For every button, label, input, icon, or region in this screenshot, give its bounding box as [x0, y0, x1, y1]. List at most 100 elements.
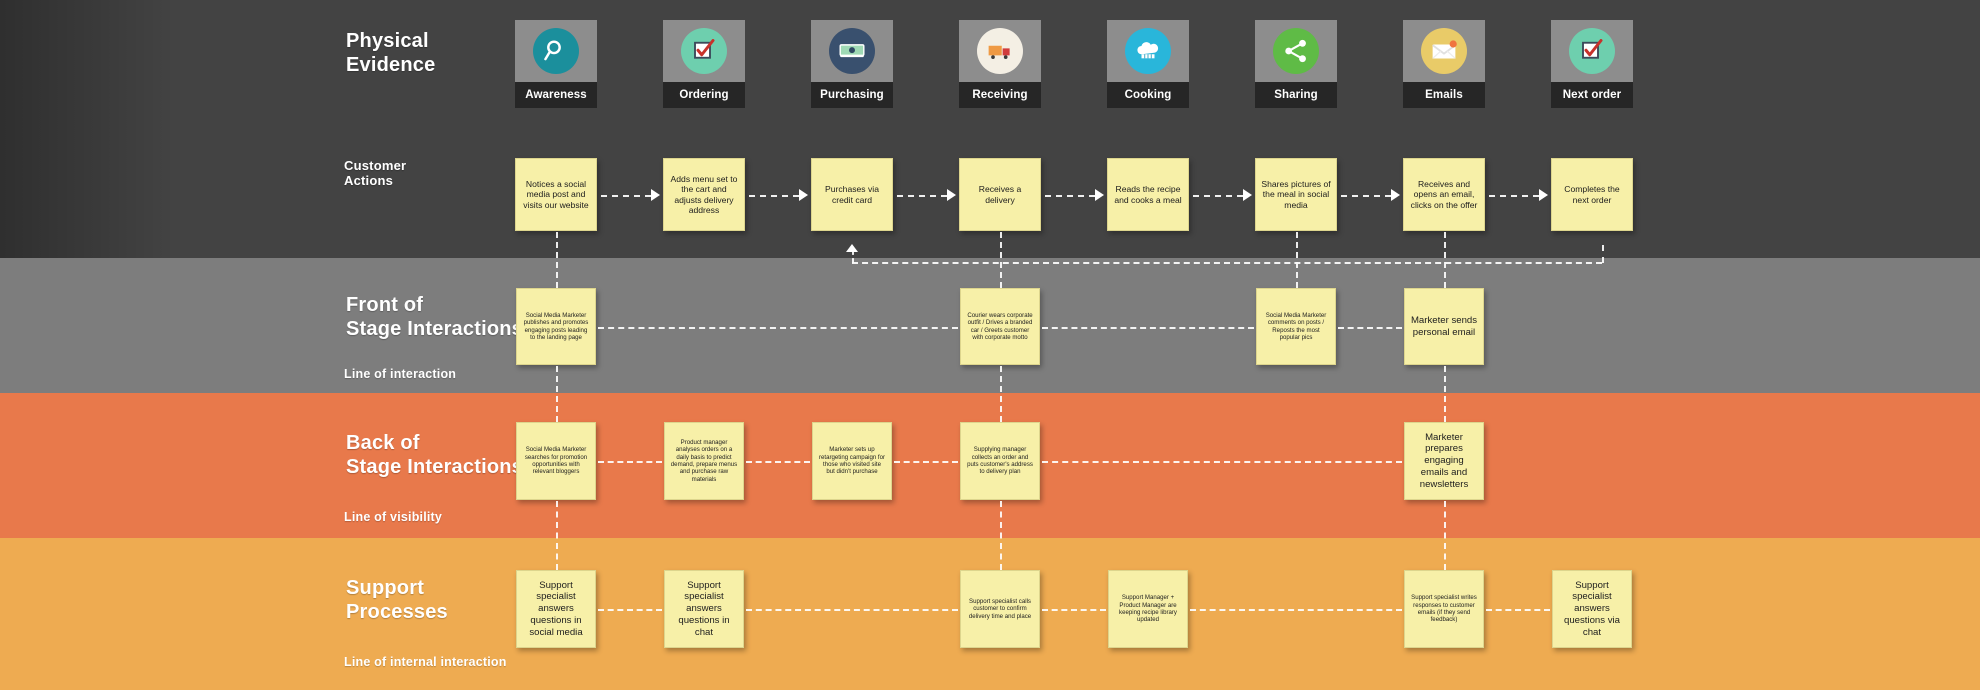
banknote-icon [829, 28, 875, 74]
customer-action-note[interactable]: Notices a social media post and visits o… [515, 158, 597, 231]
service-blueprint-board: Physical Evidence Customer Actions Front… [0, 0, 1980, 690]
connector-horizontal [601, 194, 651, 197]
row-title-front-stage: Front of Stage Interactions [346, 294, 523, 340]
connector-horizontal [1042, 461, 1402, 463]
magnifier-icon [533, 28, 579, 74]
back-stage-note[interactable]: Marketer sets up retargeting campaign fo… [812, 422, 892, 500]
line-of-visibility-label: Line of visibility [344, 510, 443, 524]
customer-action-note[interactable]: Purchases via credit card [811, 158, 893, 231]
evidence-label: Ordering [663, 82, 745, 108]
connector-vertical [1444, 366, 1446, 422]
connector-vertical [1000, 366, 1002, 422]
connector-horizontal [897, 194, 947, 197]
evidence-card-sharing[interactable]: Sharing [1255, 20, 1337, 108]
customer-action-note[interactable]: Reads the recipe and cooks a meal [1107, 158, 1189, 231]
evidence-icon-tile [959, 20, 1041, 82]
connector-arrowhead [1391, 188, 1400, 201]
connector-vertical [556, 366, 558, 422]
connector-vertical [1444, 501, 1446, 570]
evidence-card-receiving[interactable]: Receiving [959, 20, 1041, 108]
evidence-label: Next order [1551, 82, 1633, 108]
evidence-card-purchasing[interactable]: Purchasing [811, 20, 893, 108]
row-title-physical-evidence: Physical Evidence [346, 30, 436, 76]
evidence-label: Sharing [1255, 82, 1337, 108]
share-icon [1273, 28, 1319, 74]
connector-horizontal [746, 461, 810, 463]
connector-horizontal [749, 194, 799, 197]
evidence-card-next-order[interactable]: Next order [1551, 20, 1633, 108]
chef-hat-icon [1125, 28, 1171, 74]
connector-vertical [1296, 232, 1298, 288]
evidence-icon-tile [1107, 20, 1189, 82]
evidence-card-emails[interactable]: Emails [1403, 20, 1485, 108]
row-title-customer-actions: Customer Actions [344, 158, 407, 189]
evidence-icon-tile [811, 20, 893, 82]
back-stage-note[interactable]: Product manager analyses orders on a dai… [664, 422, 744, 500]
evidence-icon-tile [1255, 20, 1337, 82]
connector-horizontal [1489, 194, 1539, 197]
back-stage-note[interactable]: Social Media Marketer searches for promo… [516, 422, 596, 500]
front-stage-note[interactable]: Marketer sends personal email [1404, 288, 1484, 365]
support-process-note[interactable]: Support specialist answers questions via… [1552, 570, 1632, 648]
back-stage-note[interactable]: Supplying manager collects an order and … [960, 422, 1040, 500]
truck-icon [977, 28, 1023, 74]
support-process-note[interactable]: Support specialist answers questions in … [516, 570, 596, 648]
connector-arrowhead [799, 188, 808, 201]
front-stage-note[interactable]: Courier wears corporate outfit / Drives … [960, 288, 1040, 365]
evidence-label: Emails [1403, 82, 1485, 108]
connector-horizontal [1486, 609, 1550, 611]
customer-action-note[interactable]: Completes the next order [1551, 158, 1633, 231]
evidence-card-awareness[interactable]: Awareness [515, 20, 597, 108]
row-title-back-stage: Back of Stage Interactions [346, 432, 523, 478]
support-process-note[interactable]: Support specialist writes responses to c… [1404, 570, 1484, 648]
customer-action-note[interactable]: Receives and opens an email, clicks on t… [1403, 158, 1485, 231]
evidence-card-ordering[interactable]: Ordering [663, 20, 745, 108]
support-process-note[interactable]: Support specialist answers questions in … [664, 570, 744, 648]
connector-arrowhead [947, 188, 956, 201]
connector-vertical [1000, 501, 1002, 570]
connector-horizontal [894, 461, 958, 463]
front-stage-note[interactable]: Social Media Marketer comments on posts … [1256, 288, 1336, 365]
evidence-icon-tile [1551, 20, 1633, 82]
connector-horizontal [1190, 609, 1402, 611]
support-process-note[interactable]: Support specialist calls customer to con… [960, 570, 1040, 648]
connector-horizontal [1042, 327, 1254, 329]
back-stage-note[interactable]: Marketer prepares engaging emails and ne… [1404, 422, 1484, 500]
evidence-icon-tile [663, 20, 745, 82]
checkbox-icon [681, 28, 727, 74]
customer-action-note[interactable]: Shares pictures of the meal in social me… [1255, 158, 1337, 231]
evidence-icon-tile [515, 20, 597, 82]
connector-arrowhead [1243, 188, 1252, 201]
support-process-note[interactable]: Support Manager + Product Manager are ke… [1108, 570, 1188, 648]
line-of-internal-interaction-label: Line of internal interaction [344, 655, 507, 669]
connector-vertical [556, 232, 558, 288]
connector-arrowhead [1539, 188, 1548, 201]
connector-horizontal [598, 461, 662, 463]
front-stage-note[interactable]: Social Media Marketer publishes and prom… [516, 288, 596, 365]
connector-horizontal [1341, 194, 1391, 197]
connector-horizontal [1045, 194, 1095, 197]
connector-vertical [1444, 232, 1446, 288]
connector-arrowhead [1095, 188, 1104, 201]
connector-vertical [1000, 232, 1002, 288]
evidence-label: Purchasing [811, 82, 893, 108]
row-title-support-processes: Support Processes [346, 577, 448, 623]
customer-action-note[interactable]: Adds menu set to the cart and adjusts de… [663, 158, 745, 231]
connector-arrowhead [651, 188, 660, 201]
checkbox-icon [1569, 28, 1615, 74]
envelope-icon [1421, 28, 1467, 74]
connector-horizontal [1193, 194, 1243, 197]
connector-horizontal [598, 327, 958, 329]
evidence-card-cooking[interactable]: Cooking [1107, 20, 1189, 108]
customer-action-note[interactable]: Receives a delivery [959, 158, 1041, 231]
connector-horizontal [852, 262, 1602, 264]
connector-horizontal [1042, 609, 1106, 611]
connector-vertical [556, 501, 558, 570]
evidence-label: Cooking [1107, 82, 1189, 108]
connector-vertical [1602, 245, 1604, 263]
connector-arrowhead-up [846, 244, 858, 252]
connector-horizontal [746, 609, 958, 611]
connector-horizontal [1338, 327, 1402, 329]
evidence-label: Awareness [515, 82, 597, 108]
evidence-label: Receiving [959, 82, 1041, 108]
